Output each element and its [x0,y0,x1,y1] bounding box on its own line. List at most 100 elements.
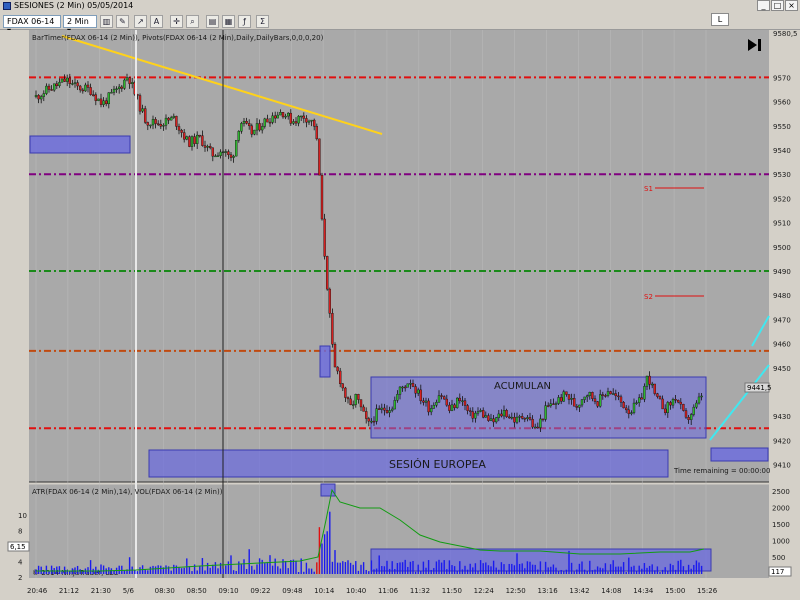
volume-bar [661,569,664,574]
candle-body [175,115,178,127]
volume-bar [547,567,549,574]
volume-bar [412,561,414,574]
candle-body [567,394,571,400]
minimize-button[interactable]: _ [757,0,770,11]
templates-icon[interactable]: ▦ [222,15,235,28]
volume-bar [308,568,310,574]
candle-body [495,417,498,423]
volume-bar [700,565,703,574]
price-tick-label: 9480 [773,292,791,300]
candle-body [528,417,532,420]
candle-body [247,123,251,127]
chart-canvas[interactable]: S1 S2 ACUMULAN SESIÓN EUROPEA Time remai… [0,30,800,596]
interval-label: 2 Min [67,17,89,26]
instrument-selector[interactable]: FDAX 06-14 ▾ [3,15,61,35]
crosshair-icon[interactable]: ✛ [170,15,183,28]
volume-bar [682,566,685,574]
volume-bar [643,563,646,574]
candle-body [406,383,409,388]
candle-body [513,416,516,423]
time-tick-label: 21:30 [91,587,111,595]
candle-body [690,414,693,420]
volume-bar [511,563,513,574]
price-tick-label: 9540 [773,147,791,155]
volume-bar [490,566,492,574]
volume-bar [362,562,365,574]
indicators-icon[interactable]: ƒ [238,15,251,28]
volume-bar [165,565,167,574]
zoom-icon[interactable]: ⌕ [186,15,199,28]
volume-bar [552,564,555,574]
volume-bar [570,562,573,574]
bars-icon[interactable]: ▥ [100,15,113,28]
volume-bar [342,561,344,574]
vol-tick-label: 1500 [772,521,790,529]
pencil-icon[interactable]: ✎ [116,15,129,28]
candle-body [679,401,682,405]
layout-button[interactable]: L [711,13,729,26]
strategies-icon[interactable]: Σ [256,15,269,28]
close-button[interactable]: × [785,0,798,11]
vol-value: 117 [771,568,784,576]
candle-body [500,413,503,417]
breakout-box[interactable] [319,345,331,378]
candle-body [255,123,259,131]
price-tick-label: 9560 [773,99,791,107]
atr-tick-label: 10 [18,512,27,520]
candle-body [339,370,342,384]
volume-bar [256,564,258,574]
last-price-value: 9441,5 [747,384,772,392]
candle-body [203,145,207,148]
volume-bar [617,566,620,574]
volume-bar [417,564,419,574]
volume-bar [534,564,536,574]
volume-bar [435,561,438,574]
volume-bar [427,560,430,574]
candle-body [378,408,381,410]
volume-bar [383,566,386,574]
candle-body [143,108,147,123]
candle-body [651,383,654,386]
candle-body [149,124,152,127]
right-box[interactable] [710,447,769,462]
volume-bar [693,564,695,574]
price-tick-label: 9520 [773,195,791,203]
properties-icon[interactable]: ▤ [206,15,219,28]
volume-bar [563,571,565,574]
overnight-range-box[interactable] [29,135,131,154]
candle-body [71,83,74,85]
price-chart[interactable]: S1 S2 ACUMULAN SESIÓN EUROPEA Time remai… [0,30,800,596]
line-draw-icon[interactable]: ↗ [134,15,147,28]
volume-bar [654,570,656,574]
candle-body [409,383,412,385]
volume-bar [414,571,417,574]
volume-bar [609,564,612,574]
candle-body [450,404,454,411]
volume-bar [37,565,40,574]
candle-body [643,386,646,400]
volume-bar [518,563,521,574]
volume-bar [648,565,651,574]
candle-body [224,151,228,153]
time-tick-label: 14:34 [633,587,654,595]
text-icon[interactable]: A [150,15,163,28]
volume-bar [477,570,479,574]
volume-bar [492,560,495,574]
candle-body [601,394,604,396]
volume-spike-box[interactable] [320,483,336,497]
candle-body [154,119,157,124]
volume-bar [303,571,305,574]
candle-body [195,134,199,144]
maximize-button[interactable]: □ [771,0,784,11]
interval-selector[interactable]: 2 Min ▾ [63,15,97,35]
candle-body [640,397,643,400]
volume-bar [591,570,594,574]
candle-body [78,85,82,91]
candle-body [531,419,534,428]
volume-bar [539,561,542,574]
volume-bar [386,560,388,574]
candle-body [521,416,524,419]
candle-body [313,119,316,127]
vol-tick-label: 500 [772,554,785,562]
volume-bar [279,568,282,574]
